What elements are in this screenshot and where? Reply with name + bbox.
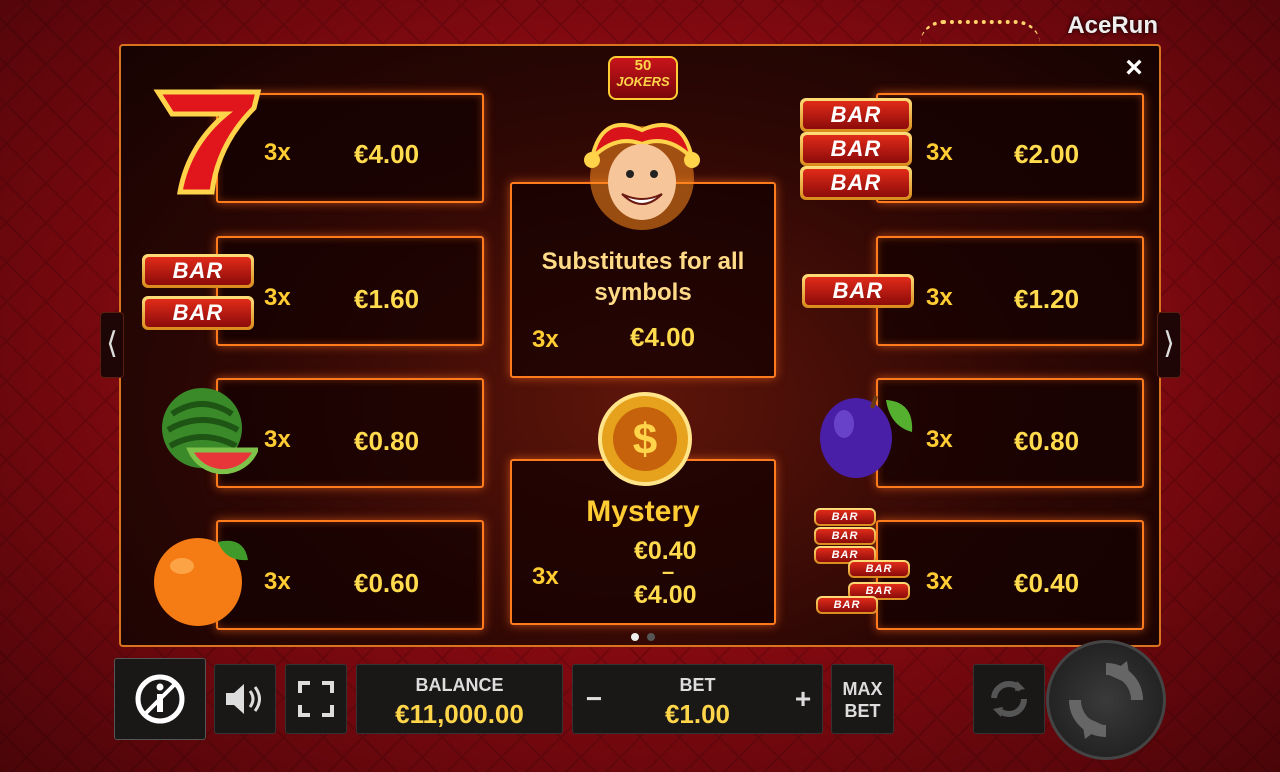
- seven-icon: [150, 86, 266, 198]
- single-bar-icon: BAR: [802, 274, 916, 314]
- balance-display: BALANCE €11,000.00: [356, 664, 563, 734]
- paytable-row-mixed-bar: 3x €0.40: [876, 520, 1144, 630]
- bar-tile: BAR: [802, 274, 914, 308]
- info-icon: [135, 674, 185, 724]
- close-button[interactable]: ×: [1118, 52, 1150, 84]
- multiplier: 3x: [532, 326, 559, 353]
- multiplier: 3x: [264, 139, 291, 166]
- bet-increase-button[interactable]: +: [792, 683, 814, 715]
- speaker-icon: [226, 684, 261, 714]
- bar-tile: BAR: [142, 254, 254, 288]
- mystery-coin-icon: $: [596, 392, 694, 486]
- multiplier: 3x: [926, 426, 953, 453]
- bar-tile: BAR: [816, 596, 878, 614]
- spin-icon: [1069, 661, 1143, 739]
- autoplay-button[interactable]: [973, 664, 1045, 734]
- payout-value: €0.80: [1014, 426, 1080, 456]
- max-bet-label-2: BET: [844, 701, 881, 721]
- bar-tile: BAR: [800, 132, 912, 166]
- paytable-row-single-bar: 3x €1.20: [876, 236, 1144, 346]
- multiplier: 3x: [532, 563, 559, 590]
- payout-value: €1.20: [1014, 284, 1080, 314]
- plum-icon: [816, 386, 918, 484]
- joker-icon: [572, 104, 712, 232]
- max-bet-label-1: MAX: [842, 679, 883, 699]
- bar-tile: BAR: [800, 166, 912, 200]
- page-indicator: [627, 628, 659, 646]
- game-logo-number: 50: [634, 57, 652, 74]
- multiplier: 3x: [926, 139, 953, 166]
- balance-value: €11,000.00: [395, 699, 524, 729]
- game-logo-word: JOKERS: [616, 74, 670, 89]
- payout-value: €4.00: [630, 322, 696, 352]
- marquee-lights: [920, 20, 1040, 44]
- info-button[interactable]: [114, 658, 206, 740]
- multiplier: 3x: [264, 568, 291, 595]
- payout-value: €0.40: [1014, 568, 1080, 598]
- mixed-bar-icon: BAR BAR BAR BAR BAR BAR: [814, 508, 914, 620]
- max-bet-button[interactable]: MAX BET: [831, 664, 894, 734]
- paytable-row-triple-bar: 3x €2.00: [876, 93, 1144, 203]
- bar-tile: BAR: [142, 296, 254, 330]
- payout-max: €4.00: [634, 581, 697, 609]
- bar-tile: BAR: [814, 527, 876, 545]
- multiplier: 3x: [926, 284, 953, 311]
- next-page-button[interactable]: ⟩: [1157, 312, 1181, 378]
- multiplier: 3x: [264, 284, 291, 311]
- fullscreen-icon: [298, 681, 334, 717]
- bar-tile: BAR: [814, 508, 876, 526]
- prev-page-button[interactable]: ⟨: [100, 312, 124, 378]
- joker-description: Substitutes for all symbols: [541, 248, 745, 306]
- mystery-title: Mystery: [586, 495, 700, 528]
- balance-label: BALANCE: [415, 675, 504, 695]
- page-dot-active[interactable]: [631, 633, 639, 641]
- bet-label: BET: [679, 675, 716, 695]
- bet-control: BET €1.00 − +: [572, 664, 823, 734]
- orange-icon: [152, 532, 252, 628]
- payout-value: €4.00: [354, 139, 420, 169]
- spin-button[interactable]: [1046, 640, 1166, 760]
- paytable-row-orange: 3x €0.60: [216, 520, 484, 630]
- bet-value: €1.00: [664, 699, 731, 729]
- multiplier: 3x: [264, 426, 291, 453]
- payout-value: €0.80: [354, 426, 420, 456]
- payout-value: €2.00: [1014, 139, 1080, 169]
- watermelon-icon: [158, 384, 260, 484]
- page-dot[interactable]: [647, 633, 655, 641]
- bet-decrease-button[interactable]: −: [583, 683, 605, 715]
- bar-tile: BAR: [800, 98, 912, 132]
- payout-value: €1.60: [354, 284, 420, 314]
- brand-logo: AceRun: [1067, 12, 1158, 39]
- payout-value: €0.60: [354, 568, 420, 598]
- svg-text:$: $: [633, 415, 657, 464]
- triple-bar-icon: BAR BAR BAR: [800, 98, 914, 200]
- double-bar-icon: BAR BAR: [142, 254, 258, 334]
- sound-button[interactable]: [214, 664, 276, 734]
- fullscreen-button[interactable]: [285, 664, 347, 734]
- game-logo: 50 JOKERS: [608, 56, 678, 100]
- autoplay-icon: [991, 681, 1027, 717]
- multiplier: 3x: [926, 568, 953, 595]
- bar-tile: BAR: [848, 560, 910, 578]
